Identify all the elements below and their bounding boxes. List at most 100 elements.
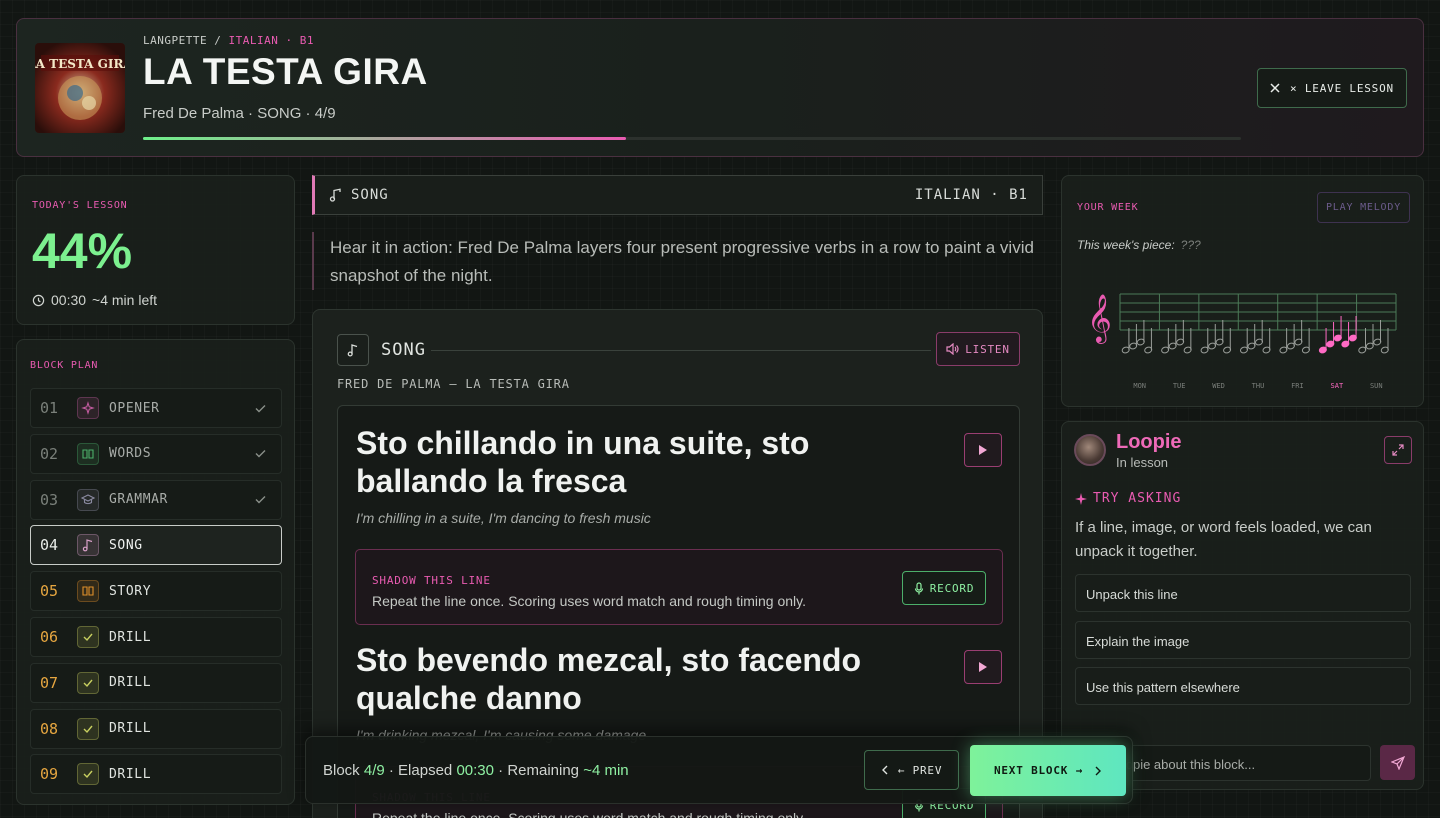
week-piece: This week's piece:???	[1077, 238, 1201, 252]
leave-lesson-button[interactable]: × LEAVE LESSON	[1257, 68, 1407, 108]
play-icon	[979, 662, 987, 672]
your-week-label: YOUR WEEK	[1077, 202, 1139, 213]
assistant-name: Loopie	[1116, 431, 1182, 453]
melody-note	[1121, 346, 1130, 354]
section-label: SONG	[351, 187, 389, 203]
graduation-cap-icon	[77, 488, 99, 511]
lesson-meta: Fred De Palma · SONG · 4/9	[143, 105, 336, 122]
block-name: DRILL	[109, 675, 152, 691]
expand-button[interactable]	[1384, 436, 1412, 464]
melody-note	[1301, 346, 1310, 354]
melody-note	[1348, 334, 1357, 342]
block-plan-item-words[interactable]: 02 WORDS	[30, 433, 282, 474]
melody-note	[1262, 346, 1271, 354]
block-name: STORY	[109, 583, 152, 599]
prev-button[interactable]: ← PREV	[864, 750, 959, 790]
block-plan-item-song[interactable]: 04 SONG	[30, 525, 282, 566]
send-icon	[1390, 755, 1405, 770]
chevron-left-icon	[881, 765, 888, 775]
close-icon	[1270, 83, 1280, 93]
suggestion-button[interactable]: Unpack this line	[1075, 574, 1411, 612]
block-plan-item-grammar[interactable]: 03 GRAMMAR	[30, 479, 282, 520]
block-name: DRILL	[109, 629, 152, 645]
melody-note	[1365, 342, 1374, 350]
melody-note	[1247, 342, 1256, 350]
melody-note	[1326, 340, 1335, 348]
sparkle-icon	[1075, 492, 1087, 505]
lesson-percent: 44%	[32, 223, 133, 279]
next-label: NEXT BLOCK →	[993, 764, 1084, 777]
melody-note	[1144, 346, 1153, 354]
song-card-label: SONG	[381, 340, 426, 360]
music-note-icon	[329, 188, 341, 202]
expand-icon	[1392, 444, 1404, 456]
next-block-button[interactable]: NEXT BLOCK →	[970, 745, 1126, 796]
play-line-button[interactable]	[964, 433, 1002, 467]
breadcrumb-separator: /	[214, 34, 222, 47]
page-title: LA TESTA GIRA	[143, 51, 428, 92]
today-lesson-panel: TODAY'S LESSON 44% 00:30 ~4 min left	[16, 175, 295, 325]
block-number: 02	[40, 444, 59, 463]
assistant-status: In lesson	[1116, 455, 1169, 470]
send-button[interactable]	[1380, 745, 1415, 780]
block-plan-item-drill[interactable]: 08 DRILL	[30, 708, 282, 749]
suggestion-button[interactable]: Use this pattern elsewhere	[1075, 667, 1411, 705]
week-day-label: MON	[1133, 382, 1146, 390]
record-button[interactable]: RECORD	[902, 571, 986, 605]
leave-lesson-label: × LEAVE LESSON	[1290, 81, 1394, 95]
chevron-right-icon	[1095, 766, 1102, 775]
your-week-panel: YOUR WEEK PLAY MELODY This week's piece:…	[1061, 175, 1424, 407]
block-value: 4/9	[363, 762, 385, 779]
try-asking-label: TRY ASKING	[1093, 491, 1182, 506]
week-day-label: FRI	[1291, 382, 1304, 390]
block-plan-item-opener[interactable]: 01 OPENER	[30, 388, 282, 428]
melody-note	[1176, 338, 1185, 346]
suggestion-button[interactable]: Explain the image	[1075, 621, 1411, 659]
breadcrumb-language[interactable]: ITALIAN · B1	[228, 34, 313, 47]
shadow-description: Repeat the line once. Scoring uses word …	[372, 810, 806, 818]
block-number: 03	[40, 490, 59, 509]
listen-label: LISTEN	[965, 342, 1010, 356]
song-card-header: SONG	[337, 334, 426, 366]
block-name: WORDS	[109, 446, 152, 462]
week-day-label: TUE	[1173, 382, 1186, 390]
shadow-description: Repeat the line once. Scoring uses word …	[372, 593, 806, 609]
week-piece-label: This week's piece:	[1077, 238, 1175, 252]
lesson-progress-bar	[143, 137, 1241, 140]
section-bar: SONG ITALIAN · B1	[312, 175, 1043, 215]
check-icon	[255, 446, 281, 461]
lyric-line: Sto chillando in una suite, sto ballando…	[356, 425, 810, 499]
book-icon	[77, 580, 99, 603]
listen-button[interactable]: LISTEN	[936, 332, 1020, 366]
block-plan-item-drill[interactable]: 09 DRILL	[30, 754, 282, 795]
lyric-line: Sto bevendo mezcal, sto facendo qualche …	[356, 642, 861, 716]
melody-note	[1380, 346, 1389, 354]
melody-note	[1286, 342, 1295, 350]
melody-note	[1183, 346, 1192, 354]
melody-note	[1341, 340, 1350, 348]
melody-note	[1223, 346, 1232, 354]
remaining-prefix: · Remaining	[498, 762, 580, 779]
block-plan-item-drill[interactable]: 07 DRILL	[30, 662, 282, 703]
block-number: 04	[40, 536, 59, 555]
sparkle-icon	[77, 397, 99, 419]
song-artist-line: FRED DE PALMA — LA TESTA GIRA	[337, 377, 570, 391]
block-name: GRAMMAR	[109, 492, 168, 508]
elapsed-prefix: · Elapsed	[388, 762, 453, 779]
remaining-value: ~4 min	[583, 762, 629, 779]
breadcrumb-app[interactable]: LANGPETTE	[143, 34, 207, 47]
block-plan-item-drill[interactable]: 06 DRILL	[30, 617, 282, 657]
elapsed-value: 00:30	[456, 762, 494, 779]
treble-clef-icon: 𝄞	[1087, 293, 1112, 344]
play-line-button[interactable]	[964, 650, 1002, 684]
melody-note	[1200, 346, 1209, 354]
melody-note	[1161, 346, 1170, 354]
block-number: 09	[40, 765, 59, 784]
melody-note	[1254, 338, 1264, 346]
time-left: ~4 min left	[92, 292, 158, 308]
melody-note	[1239, 346, 1249, 354]
block-plan-item-story[interactable]: 05 STORY	[30, 571, 282, 612]
block-number: 01	[40, 399, 59, 417]
play-melody-button[interactable]: PLAY MELODY	[1317, 192, 1410, 223]
time-remaining: 00:30 ~4 min left	[32, 292, 157, 308]
